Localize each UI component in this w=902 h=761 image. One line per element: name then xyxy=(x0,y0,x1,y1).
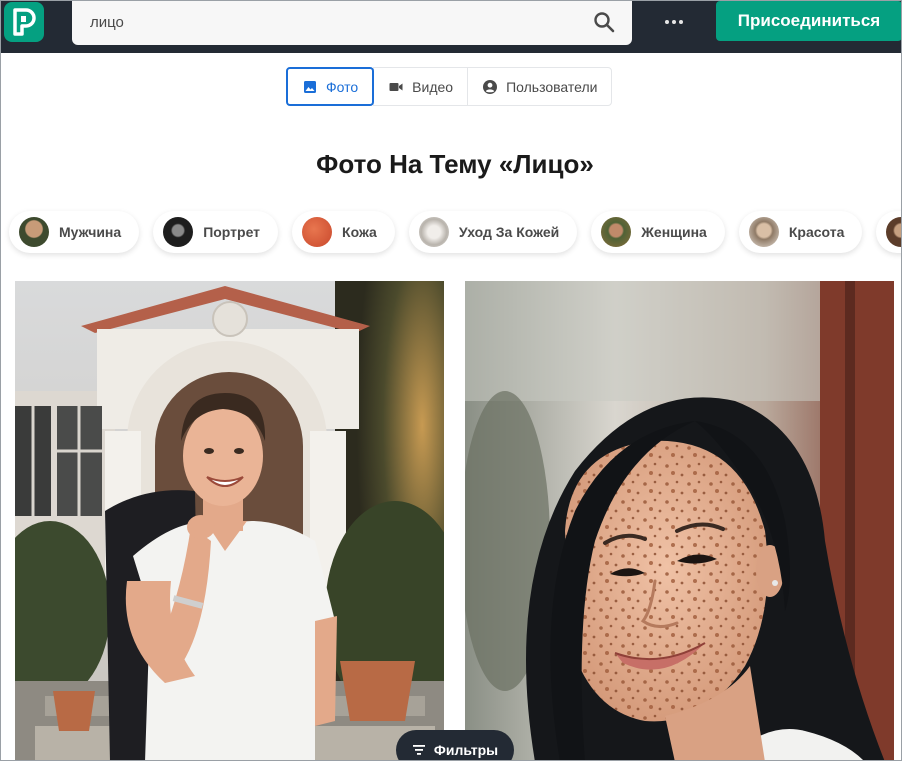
media-type-tabs: Фото Видео Пользователи xyxy=(286,67,613,106)
tab-users-label: Пользователи xyxy=(506,78,598,95)
video-camera-icon xyxy=(389,82,403,91)
chip-more[interactable] xyxy=(876,211,901,253)
filter-icon xyxy=(412,745,425,755)
chip-thumbnail xyxy=(163,217,194,247)
chip-woman[interactable]: Женщина xyxy=(591,211,725,253)
tab-videos[interactable]: Видео xyxy=(373,67,469,106)
chip-thumbnail xyxy=(19,217,49,247)
search-icon[interactable] xyxy=(592,10,616,34)
chip-portrait[interactable]: Портрет xyxy=(153,211,279,253)
chip-label: Красота xyxy=(788,224,845,240)
chip-beauty[interactable]: Красота xyxy=(738,211,863,253)
search-input[interactable]: лицо xyxy=(90,14,124,31)
user-circle-icon xyxy=(483,79,498,94)
chip-skincare[interactable]: Уход За Кожей xyxy=(408,211,578,253)
filters-label: Фильтры xyxy=(433,742,499,758)
chip-label: Уход За Кожей xyxy=(458,224,560,240)
chip-thumbnail xyxy=(748,217,779,247)
photo-man-smiling[interactable] xyxy=(15,281,444,760)
chip-thumbnail xyxy=(886,217,901,247)
image-icon xyxy=(304,80,316,93)
browser-frame: лицо Присоединиться Фото Видео Пользоват… xyxy=(0,0,902,761)
filters-button[interactable]: Фильтры xyxy=(396,730,514,760)
chip-label: Кожа xyxy=(342,224,377,240)
page-title: Фото На Тему «Лицо» xyxy=(316,149,594,179)
chip-label: Женщина xyxy=(641,224,707,240)
tab-users[interactable]: Пользователи xyxy=(467,67,613,106)
chip-thumbnail xyxy=(601,217,632,247)
tab-photos[interactable]: Фото xyxy=(286,67,375,106)
more-dots-icon[interactable] xyxy=(657,9,691,35)
join-button[interactable]: Присоединиться xyxy=(716,1,901,41)
chip-thumbnail xyxy=(418,217,449,247)
pexels-logo-icon[interactable] xyxy=(4,2,44,42)
tab-photos-label: Фото xyxy=(326,78,359,95)
top-header: лицо Присоединиться xyxy=(1,1,901,53)
chip-label: Портрет xyxy=(203,224,261,240)
chip-skin[interactable]: Кожа xyxy=(292,211,395,253)
tab-videos-label: Видео xyxy=(412,78,454,95)
chip-thumbnail xyxy=(302,217,333,247)
related-searches: Мужчина Портрет Кожа Уход За Кожей Женщи… xyxy=(9,211,901,253)
chip-man[interactable]: Мужчина xyxy=(9,211,140,253)
photo-woman-freckles[interactable] xyxy=(465,281,894,760)
search-bar[interactable]: лицо xyxy=(72,1,632,45)
chip-label: Мужчина xyxy=(59,224,122,240)
